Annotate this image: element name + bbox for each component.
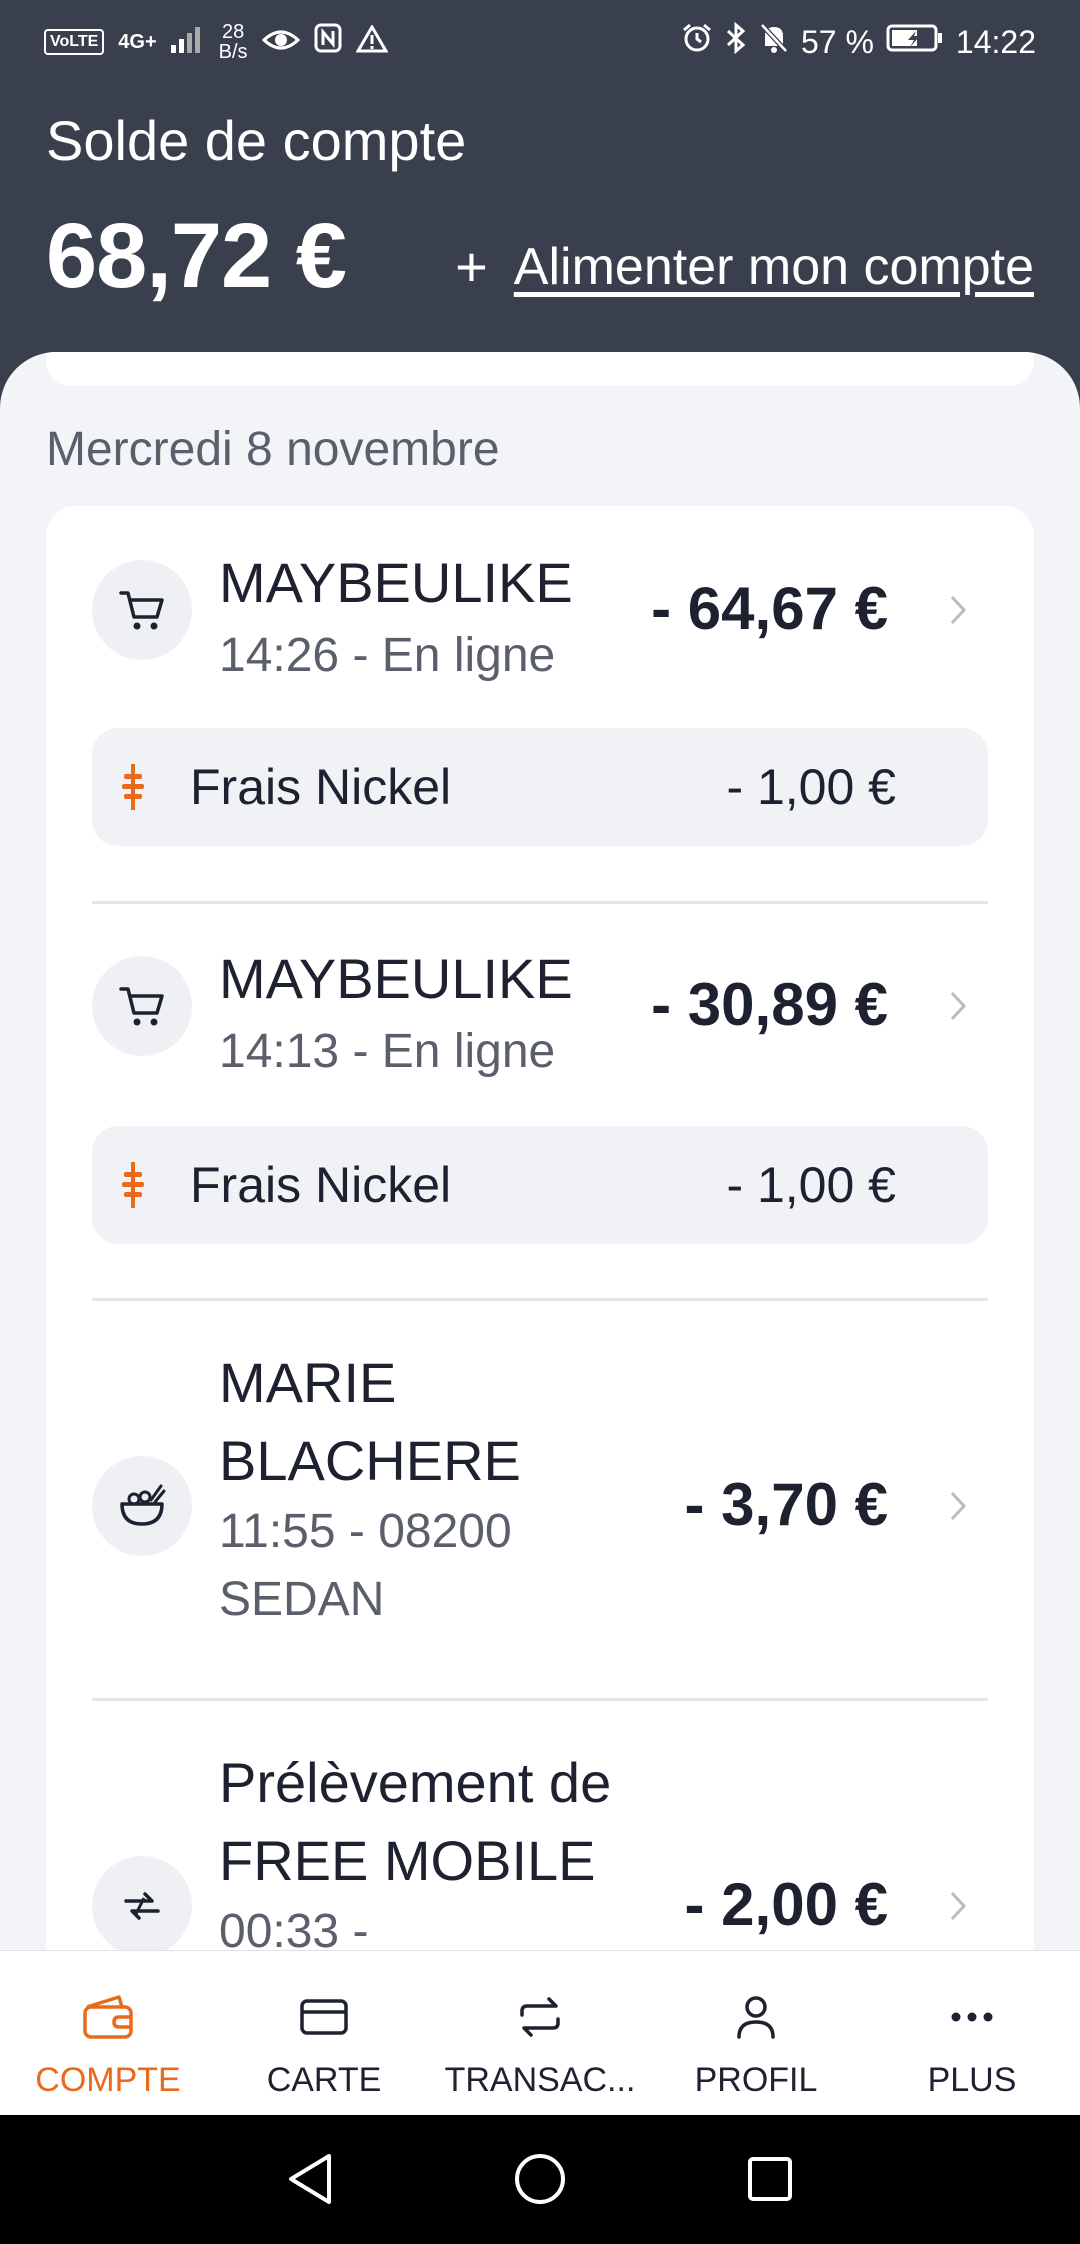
- warning-icon: [354, 23, 389, 61]
- transaction-amount: - 30,89 €: [651, 971, 888, 1038]
- clock: 14:22: [955, 23, 1036, 60]
- transaction-row[interactable]: Prélèvement de FREE MOBILE 00:33 - - 2,0…: [92, 1751, 988, 1952]
- nav-label: COMPTE: [35, 2061, 181, 2099]
- account-balance: 68,72 €: [46, 205, 347, 307]
- battery-icon: [886, 23, 944, 61]
- nav-plus[interactable]: PLUS: [864, 1951, 1080, 2116]
- nav-transactions[interactable]: TRANSAC...: [432, 1951, 648, 2116]
- alarm-icon: [681, 22, 713, 62]
- nav-compte[interactable]: COMPTE: [0, 1951, 216, 2116]
- transaction-details: 14:13 - En ligne: [219, 1025, 556, 1078]
- cart-icon: [92, 560, 192, 660]
- merchant-name: Prélèvement de FREE MOBILE: [219, 1751, 612, 1892]
- transaction-row[interactable]: MAYBEULIKE 14:13 - En ligne - 30,89 €: [92, 947, 988, 1106]
- bluetooth-icon: [725, 21, 747, 62]
- account-header: Solde de compte 68,72 € + Alimenter mon …: [0, 86, 1080, 356]
- nickel-icon: [122, 764, 144, 815]
- data-rate: 28 B/s: [218, 21, 248, 63]
- nav-label: CARTE: [266, 2061, 382, 2099]
- merchant-name: MARIE BLACHERE: [219, 1351, 521, 1492]
- chevron-right-icon: [938, 1486, 978, 1526]
- eye-icon: [261, 24, 300, 61]
- nav-label: PROFIL: [694, 2061, 818, 2099]
- transaction-row[interactable]: MAYBEULIKE 14:26 - En ligne - 64,67 €: [92, 551, 988, 708]
- card-icon: [299, 1987, 349, 2047]
- wallet-icon: [81, 1987, 135, 2047]
- plus-icon: +: [455, 235, 488, 298]
- topup-link[interactable]: + Alimenter mon compte: [455, 234, 1034, 299]
- status-bar: VoLTE 4G+ 28 B/s 57 % 14:22: [0, 0, 1080, 86]
- nickel-icon: [122, 1162, 144, 1213]
- transaction-row[interactable]: MARIE BLACHERE 11:55 - 08200 SEDAN - 3,7…: [92, 1351, 988, 1648]
- transactions-card: MAYBEULIKE 14:26 - En ligne - 64,67 € Fr…: [46, 506, 1034, 1952]
- transaction-amount: - 2,00 €: [684, 1871, 888, 1938]
- fee-label: Frais Nickel: [190, 1157, 452, 1213]
- network-type: 4G+: [118, 30, 157, 53]
- nav-carte[interactable]: CARTE: [216, 1951, 432, 2116]
- divider: [92, 901, 988, 904]
- home-icon[interactable]: [510, 2149, 570, 2209]
- nav-profil[interactable]: PROFIL: [648, 1951, 864, 2116]
- exchange-icon: [516, 1987, 564, 2047]
- fee-row: Frais Nickel - 1,00 €: [92, 1126, 988, 1244]
- battery-percent: 57 %: [800, 23, 874, 60]
- system-navigation-bar: [0, 2115, 1080, 2244]
- chevron-right-icon: [938, 1886, 978, 1926]
- previous-card-edge: [46, 352, 1034, 386]
- fee-label: Frais Nickel: [190, 759, 452, 815]
- topup-label[interactable]: Alimenter mon compte: [514, 237, 1034, 297]
- fee-row: Frais Nickel - 1,00 €: [92, 728, 988, 846]
- transaction-amount: - 64,67 €: [651, 575, 888, 642]
- fee-amount: - 1,00 €: [726, 759, 896, 815]
- divider: [92, 1298, 988, 1301]
- chevron-right-icon: [938, 590, 978, 630]
- more-icon: [950, 1987, 994, 2047]
- fee-amount: - 1,00 €: [726, 1157, 896, 1213]
- cart-icon: [92, 956, 192, 1056]
- mute-icon: [759, 22, 789, 62]
- signal-icon: [170, 24, 205, 61]
- nfc-icon: [314, 23, 342, 61]
- transaction-details: 14:26 - En ligne: [219, 629, 556, 682]
- page-title: Solde de compte: [46, 109, 467, 172]
- back-icon[interactable]: [280, 2149, 340, 2209]
- merchant-name: MAYBEULIKE: [219, 947, 573, 1010]
- bottom-navigation: COMPTE CARTE TRANSAC... PROFIL PLUS: [0, 1950, 1080, 2116]
- chevron-right-icon: [938, 986, 978, 1026]
- merchant-name: MAYBEULIKE: [219, 551, 573, 614]
- recents-icon[interactable]: [740, 2149, 800, 2209]
- transactions-panel[interactable]: Mercredi 8 novembre MAYBEULIKE 14:26 - E…: [0, 352, 1080, 1952]
- volte-badge: VoLTE: [44, 29, 105, 55]
- day-header: Mercredi 8 novembre: [46, 423, 500, 476]
- food-bowl-icon: [92, 1456, 192, 1556]
- nav-label: TRANSAC...: [444, 2061, 636, 2099]
- divider: [92, 1698, 988, 1701]
- transaction-amount: - 3,70 €: [684, 1471, 888, 1538]
- transaction-details: 11:55 - 08200 SEDAN: [219, 1505, 512, 1626]
- transaction-details: 00:33 -: [219, 1905, 369, 1952]
- nav-label: PLUS: [927, 2061, 1017, 2099]
- transfer-icon: [92, 1856, 192, 1952]
- person-icon: [734, 1987, 778, 2047]
